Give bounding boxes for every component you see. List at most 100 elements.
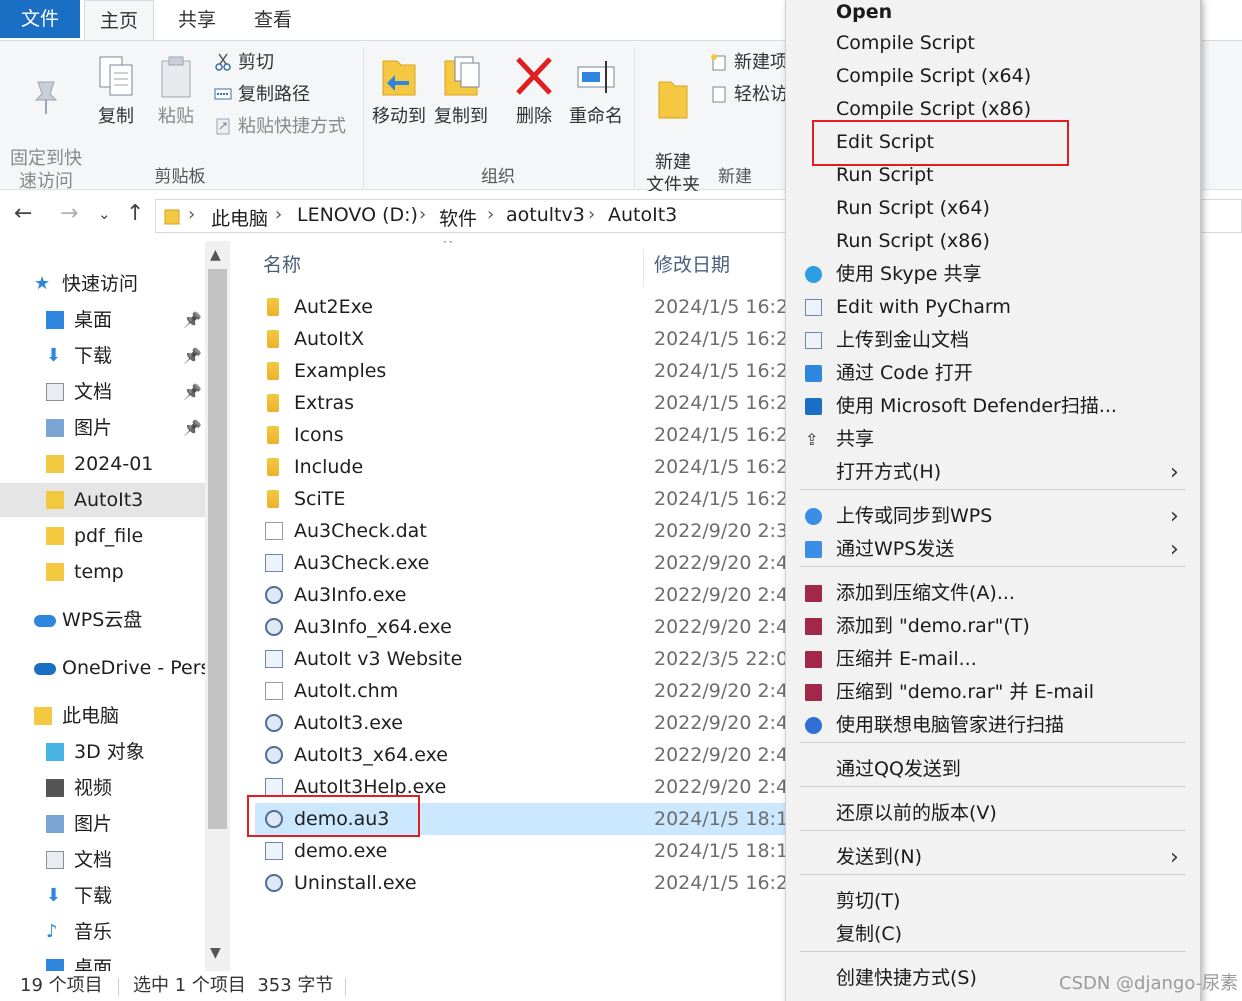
folder-icon — [267, 490, 279, 508]
file-row[interactable]: Extras 2024/1/5 16:29 — [255, 387, 790, 419]
scroll-up-icon[interactable]: ▲ — [210, 247, 221, 263]
file-name: Examples — [294, 360, 387, 382]
copy-button[interactable]: 复制 — [92, 55, 140, 128]
breadcrumb-drive-d[interactable]: LENOVO (D:) — [297, 204, 418, 226]
nav-item[interactable]: 桌面 📌 — [0, 303, 205, 337]
context-menu-item[interactable]: 复制(C) — [786, 918, 1201, 951]
file-row[interactable]: Icons 2024/1/5 16:29 — [255, 419, 790, 451]
context-menu-item[interactable]: Edit with PyCharm — [786, 291, 1201, 324]
nav-item[interactable]: ⬇ 下载 📌 — [0, 339, 205, 373]
submenu-chevron-right-icon: › — [1170, 460, 1179, 485]
context-menu-item[interactable]: 使用联想电脑管家进行扫描 — [786, 709, 1201, 742]
file-row[interactable]: AutoIt.chm 2022/9/20 2:41 — [255, 675, 790, 707]
nav-item[interactable]: 文档 — [0, 843, 205, 877]
paste-button[interactable]: 粘贴 — [152, 55, 200, 128]
file-row[interactable]: Au3Info.exe 2022/9/20 2:41 — [255, 579, 790, 611]
context-menu-item[interactable]: 发送到(N) › — [786, 841, 1201, 874]
nav-item[interactable]: ♪ 音乐 — [0, 915, 205, 949]
tab-view[interactable]: 查看 — [238, 0, 308, 40]
nav-item[interactable]: 图片 — [0, 807, 205, 841]
context-menu-item[interactable]: Compile Script (x64) — [786, 60, 1201, 93]
recent-chevron-down-icon[interactable]: ⌄ — [98, 205, 111, 223]
nav-item[interactable]: OneDrive - Perso — [0, 651, 205, 685]
column-header-date[interactable]: 修改日期 — [654, 250, 730, 277]
nav-item-label: temp — [74, 561, 124, 583]
file-row[interactable]: SciTE 2024/1/5 16:29 — [255, 483, 790, 515]
context-menu-item[interactable]: 使用 Skype 共享 — [786, 258, 1201, 291]
nav-item[interactable]: 3D 对象 — [0, 735, 205, 769]
context-menu-item[interactable]: 上传或同步到WPS › — [786, 500, 1201, 533]
autoit-icon — [265, 714, 283, 732]
nav-item[interactable]: temp — [0, 555, 205, 589]
rename-button[interactable]: 重命名 — [566, 55, 626, 128]
easy-access-button[interactable]: 轻松访 — [710, 83, 788, 107]
file-row[interactable]: Au3Check.dat 2022/9/20 2:35 — [255, 515, 790, 547]
context-menu-item[interactable]: 还原以前的版本(V) — [786, 797, 1201, 830]
new-item-button[interactable]: 新建项 — [710, 51, 788, 75]
file-row[interactable]: demo.exe 2024/1/5 18:17 — [255, 835, 790, 867]
file-row[interactable]: AutoIt3.exe 2022/9/20 2:41 — [255, 707, 790, 739]
file-row[interactable]: AutoItX 2024/1/5 16:29 — [255, 323, 790, 355]
context-menu-item[interactable]: 打开方式(H) › — [786, 456, 1201, 489]
copy-to-icon — [444, 56, 480, 96]
context-menu-item[interactable]: 添加到压缩文件(A)... — [786, 577, 1201, 610]
nav-item[interactable]: 文档 📌 — [0, 375, 205, 409]
context-menu-item[interactable]: Run Script (x64) — [786, 192, 1201, 225]
nav-item[interactable]: ★ 快速访问 — [0, 267, 205, 301]
tab-home[interactable]: 主页 — [84, 0, 154, 40]
nav-item[interactable]: 2024-01 — [0, 447, 205, 481]
context-menu-item[interactable]: Compile Script — [786, 27, 1201, 60]
breadcrumb-this-pc[interactable]: 此电脑 — [211, 204, 268, 231]
file-row[interactable]: Examples 2024/1/5 16:29 — [255, 355, 790, 387]
file-row[interactable]: Aut2Exe 2024/1/5 16:29 — [255, 291, 790, 323]
column-divider[interactable] — [643, 249, 644, 287]
context-menu-item[interactable]: 上传到金山文档 — [786, 324, 1201, 357]
context-menu-item[interactable]: 剪切(T) — [786, 885, 1201, 918]
download-icon: ⬇ — [46, 345, 62, 366]
context-menu-item[interactable]: 通过WPS发送 › — [786, 533, 1201, 566]
nav-item[interactable]: pdf_file — [0, 519, 205, 553]
scroll-down-icon[interactable]: ▼ — [210, 945, 221, 961]
move-to-button[interactable]: 移动到 — [370, 55, 428, 128]
paste-shortcut-button[interactable]: 粘贴快捷方式 — [214, 115, 346, 139]
context-menu-item[interactable]: 通过 Code 打开 — [786, 357, 1201, 390]
nav-item[interactable]: AutoIt3 — [0, 483, 205, 517]
context-menu-item[interactable]: 压缩并 E-mail... — [786, 643, 1201, 676]
help-book-icon — [265, 778, 283, 796]
tab-share[interactable]: 共享 — [162, 0, 232, 40]
back-arrow-icon[interactable]: ← — [14, 201, 32, 226]
nav-scrollbar[interactable]: ▲ ▼ — [205, 241, 230, 971]
context-menu-item[interactable]: 通过QQ发送到 — [786, 753, 1201, 786]
context-menu-item[interactable]: 压缩到 "demo.rar" 并 E-mail — [786, 676, 1201, 709]
context-menu-item[interactable]: Open — [786, 0, 1201, 29]
forward-arrow-icon[interactable]: → — [60, 201, 78, 226]
context-menu-item[interactable]: 添加到 "demo.rar"(T) — [786, 610, 1201, 643]
file-row[interactable]: AutoIt v3 Website 2022/3/5 22:03 — [255, 643, 790, 675]
column-header-name[interactable]: 名称 — [263, 250, 301, 277]
up-arrow-icon[interactable]: ↑ — [126, 201, 144, 226]
file-row[interactable]: Uninstall.exe 2024/1/5 16:29 — [255, 867, 790, 899]
file-row[interactable]: Include 2024/1/5 16:29 — [255, 451, 790, 483]
pin-quick-access-button[interactable]: 固定到快 速访问 — [6, 55, 86, 193]
file-row[interactable]: AutoIt3_x64.exe 2022/9/20 2:41 — [255, 739, 790, 771]
cut-button[interactable]: 剪切 — [214, 51, 274, 75]
copy-path-button[interactable]: 复制路径 — [214, 83, 310, 107]
nav-item[interactable]: ⬇ 下载 — [0, 879, 205, 913]
submenu-chevron-right-icon: › — [1170, 537, 1179, 562]
delete-button[interactable]: 删除 — [512, 55, 556, 128]
breadcrumb-aotultv3[interactable]: aotultv3 — [506, 204, 585, 226]
copy-to-button[interactable]: 复制到 — [432, 55, 490, 128]
file-row[interactable]: Au3Check.exe 2022/9/20 2:41 — [255, 547, 790, 579]
file-row[interactable]: Au3Info_x64.exe 2022/9/20 2:41 — [255, 611, 790, 643]
scrollbar-thumb[interactable] — [208, 269, 227, 829]
context-menu-item[interactable]: ⇪ 共享 — [786, 423, 1201, 456]
nav-item[interactable]: 图片 📌 — [0, 411, 205, 445]
context-menu-item[interactable]: 使用 Microsoft Defender扫描... — [786, 390, 1201, 423]
context-menu-item[interactable]: Run Script (x86) — [786, 225, 1201, 258]
breadcrumb-autoit3[interactable]: AutoIt3 — [608, 204, 677, 226]
nav-item[interactable]: 视频 — [0, 771, 205, 805]
nav-item[interactable]: 此电脑 — [0, 699, 205, 733]
nav-item[interactable]: WPS云盘 — [0, 603, 205, 637]
breadcrumb-software[interactable]: 软件 — [439, 204, 477, 231]
tab-file[interactable]: 文件 — [0, 0, 80, 38]
